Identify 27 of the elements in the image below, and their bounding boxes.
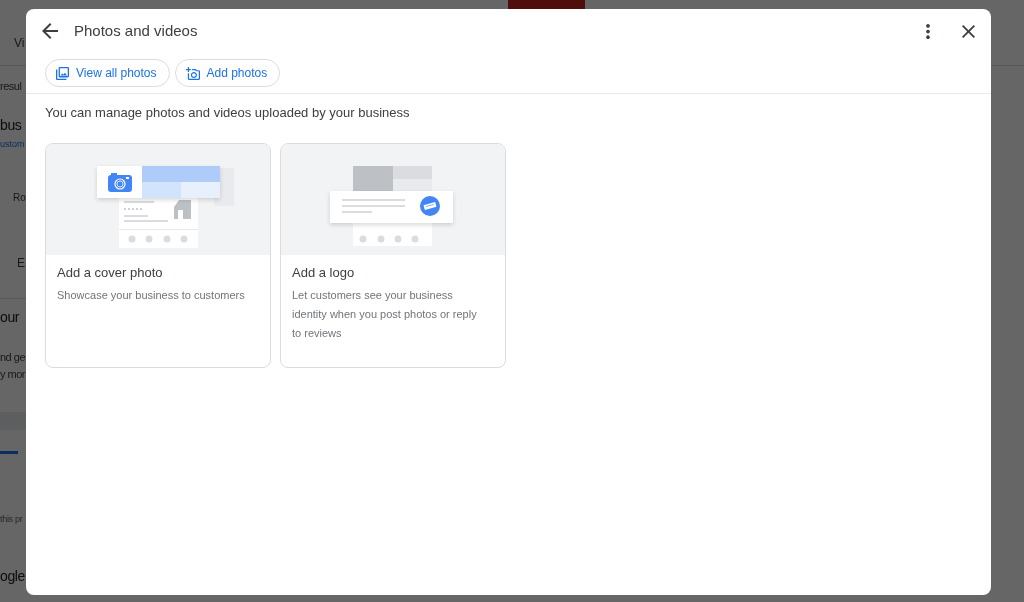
- add-photo-icon: [185, 66, 200, 80]
- page-text-fragment: bus: [0, 118, 22, 132]
- page-text-fragment: ustom: [0, 140, 25, 149]
- view-all-photos-button[interactable]: View all photos: [45, 59, 170, 87]
- page-text-fragment: our: [0, 310, 20, 324]
- card-description: Showcase your business to customers: [57, 288, 246, 303]
- dialog-title: Photos and videos: [74, 20, 198, 41]
- page-text-fragment: y mor: [0, 369, 25, 380]
- card-title: Add a cover photo: [57, 264, 163, 282]
- close-icon[interactable]: [962, 24, 975, 38]
- page-text-fragment: E: [17, 257, 25, 269]
- card-title: Add a logo: [292, 264, 355, 282]
- back-arrow-icon[interactable]: [42, 23, 58, 39]
- page-text-fragment: nd ge: [0, 352, 26, 363]
- page-text-fragment: resul: [0, 81, 22, 92]
- page-strip: [0, 412, 26, 430]
- page-text-fragment: ogle: [0, 569, 25, 583]
- option-card[interactable]: Add a logo Let customers see your business identity when you post photos or reply to reviews: [280, 143, 506, 368]
- add-photos-button[interactable]: Add photos: [174, 59, 281, 87]
- page-text-fragment: Vi: [14, 37, 25, 49]
- tab-indicator: [0, 451, 18, 454]
- more-options-icon[interactable]: [926, 23, 930, 39]
- option-card[interactable]: Add a cover photo Showcase your business to customers: [45, 143, 271, 368]
- photo-library-icon: [56, 66, 69, 80]
- page-text-fragment: Ro: [13, 193, 26, 203]
- dialog-description: You can manage photos and videos uploaded by your business: [45, 104, 410, 122]
- card-description: Let customers see your business identity when you post photos or reply to reviews: [292, 288, 478, 341]
